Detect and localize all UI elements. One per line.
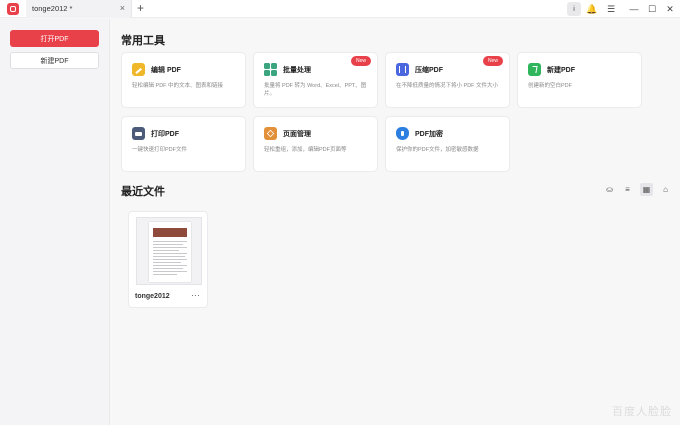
grid-icon bbox=[264, 63, 277, 76]
main-content: 常用工具 编辑 PDF 轻松编辑 PDF 中的文本、图表和链接 批量处理 批量将… bbox=[110, 19, 680, 425]
home-view-icon[interactable]: ⌂ bbox=[659, 183, 672, 196]
new-badge: New bbox=[350, 56, 371, 66]
title-bar: tonge2012 * × + i 🔔 ☰ — ☐ ✕ bbox=[0, 0, 680, 18]
tool-card-encrypt[interactable]: PDF加密 保护你的PDF文件，加密敏感数据 bbox=[385, 116, 510, 172]
compress-icon bbox=[396, 63, 409, 76]
tool-card-desc: 创建新的空白PDF bbox=[528, 83, 573, 89]
tool-card-compress[interactable]: 压缩PDF 在不降低质量的情况下将小 PDF 文件大小 New bbox=[385, 52, 510, 108]
tool-card-title: 压缩PDF bbox=[415, 67, 443, 74]
recent-section-title: 最近文件 bbox=[121, 186, 165, 198]
pages-icon bbox=[264, 127, 277, 140]
info-icon[interactable]: i bbox=[567, 2, 581, 16]
tool-card-print[interactable]: 打印PDF 一键快速打印PDF文件 bbox=[121, 116, 246, 172]
tool-card-batch[interactable]: 批量处理 批量将 PDF 转为 Word、Excel、PPT、图片。 New bbox=[253, 52, 378, 108]
tool-card-new-pdf[interactable]: 新建PDF 创建新的空白PDF bbox=[517, 52, 642, 108]
maximize-icon[interactable]: ☐ bbox=[645, 2, 659, 16]
sidebar: 打开PDF 新建PDF bbox=[0, 19, 110, 425]
watermark: 百度人脸脸 bbox=[612, 406, 672, 418]
tool-card-title: 打印PDF bbox=[151, 131, 179, 138]
add-tab-icon[interactable]: + bbox=[137, 1, 144, 15]
shield-icon bbox=[396, 127, 409, 140]
list-view-icon[interactable]: ≡ bbox=[621, 183, 634, 196]
cloud-view-icon[interactable]: ⛀ bbox=[603, 183, 616, 196]
tool-card-desc: 轻松编辑 PDF 中的文本、图表和链接 bbox=[132, 83, 224, 89]
tab-close-icon[interactable]: × bbox=[120, 3, 125, 13]
thumbnail-page bbox=[149, 222, 191, 282]
close-window-icon[interactable]: ✕ bbox=[663, 2, 677, 16]
file-name: tonge2012 bbox=[135, 293, 170, 300]
tool-card-desc: 在不降低质量的情况下将小 PDF 文件大小 bbox=[396, 83, 499, 89]
document-tab[interactable]: tonge2012 * × bbox=[26, 0, 132, 18]
tool-card-desc: 批量将 PDF 转为 Word、Excel、PPT、图片。 bbox=[264, 83, 367, 97]
more-options-icon[interactable]: ··· bbox=[191, 290, 200, 300]
tool-card-desc: 保护你的PDF文件，加密敏感数据 bbox=[396, 147, 479, 153]
tools-section-title: 常用工具 bbox=[121, 35, 165, 47]
tab-title: tonge2012 * bbox=[32, 4, 73, 13]
bell-icon[interactable]: 🔔 bbox=[585, 2, 599, 16]
tool-card-title: PDF加密 bbox=[415, 131, 443, 138]
tool-card-title: 批量处理 bbox=[283, 67, 311, 74]
new-pdf-icon bbox=[528, 63, 541, 76]
tool-card-title: 页面管理 bbox=[283, 131, 311, 138]
printer-icon bbox=[132, 127, 145, 140]
tool-card-desc: 轻松重组，添加，编辑PDF页面等 bbox=[264, 147, 347, 153]
grid-view-icon[interactable]: ▦ bbox=[640, 183, 653, 196]
recent-file-card[interactable]: tonge2012 ··· bbox=[128, 211, 208, 308]
edit-icon bbox=[132, 63, 145, 76]
open-pdf-button[interactable]: 打开PDF bbox=[10, 30, 99, 47]
tool-card-page-manage[interactable]: 页面管理 轻松重组，添加，编辑PDF页面等 bbox=[253, 116, 378, 172]
tool-card-edit-pdf[interactable]: 编辑 PDF 轻松编辑 PDF 中的文本、图表和链接 bbox=[121, 52, 246, 108]
minimize-icon[interactable]: — bbox=[627, 2, 641, 16]
app-logo-icon bbox=[7, 3, 19, 15]
new-pdf-button[interactable]: 新建PDF bbox=[10, 52, 99, 69]
new-badge: New bbox=[482, 56, 503, 66]
file-thumbnail bbox=[136, 217, 202, 285]
menu-icon[interactable]: ☰ bbox=[604, 2, 618, 16]
tool-card-desc: 一键快速打印PDF文件 bbox=[132, 147, 188, 153]
tool-card-title: 新建PDF bbox=[547, 67, 575, 74]
tool-card-title: 编辑 PDF bbox=[151, 67, 181, 74]
